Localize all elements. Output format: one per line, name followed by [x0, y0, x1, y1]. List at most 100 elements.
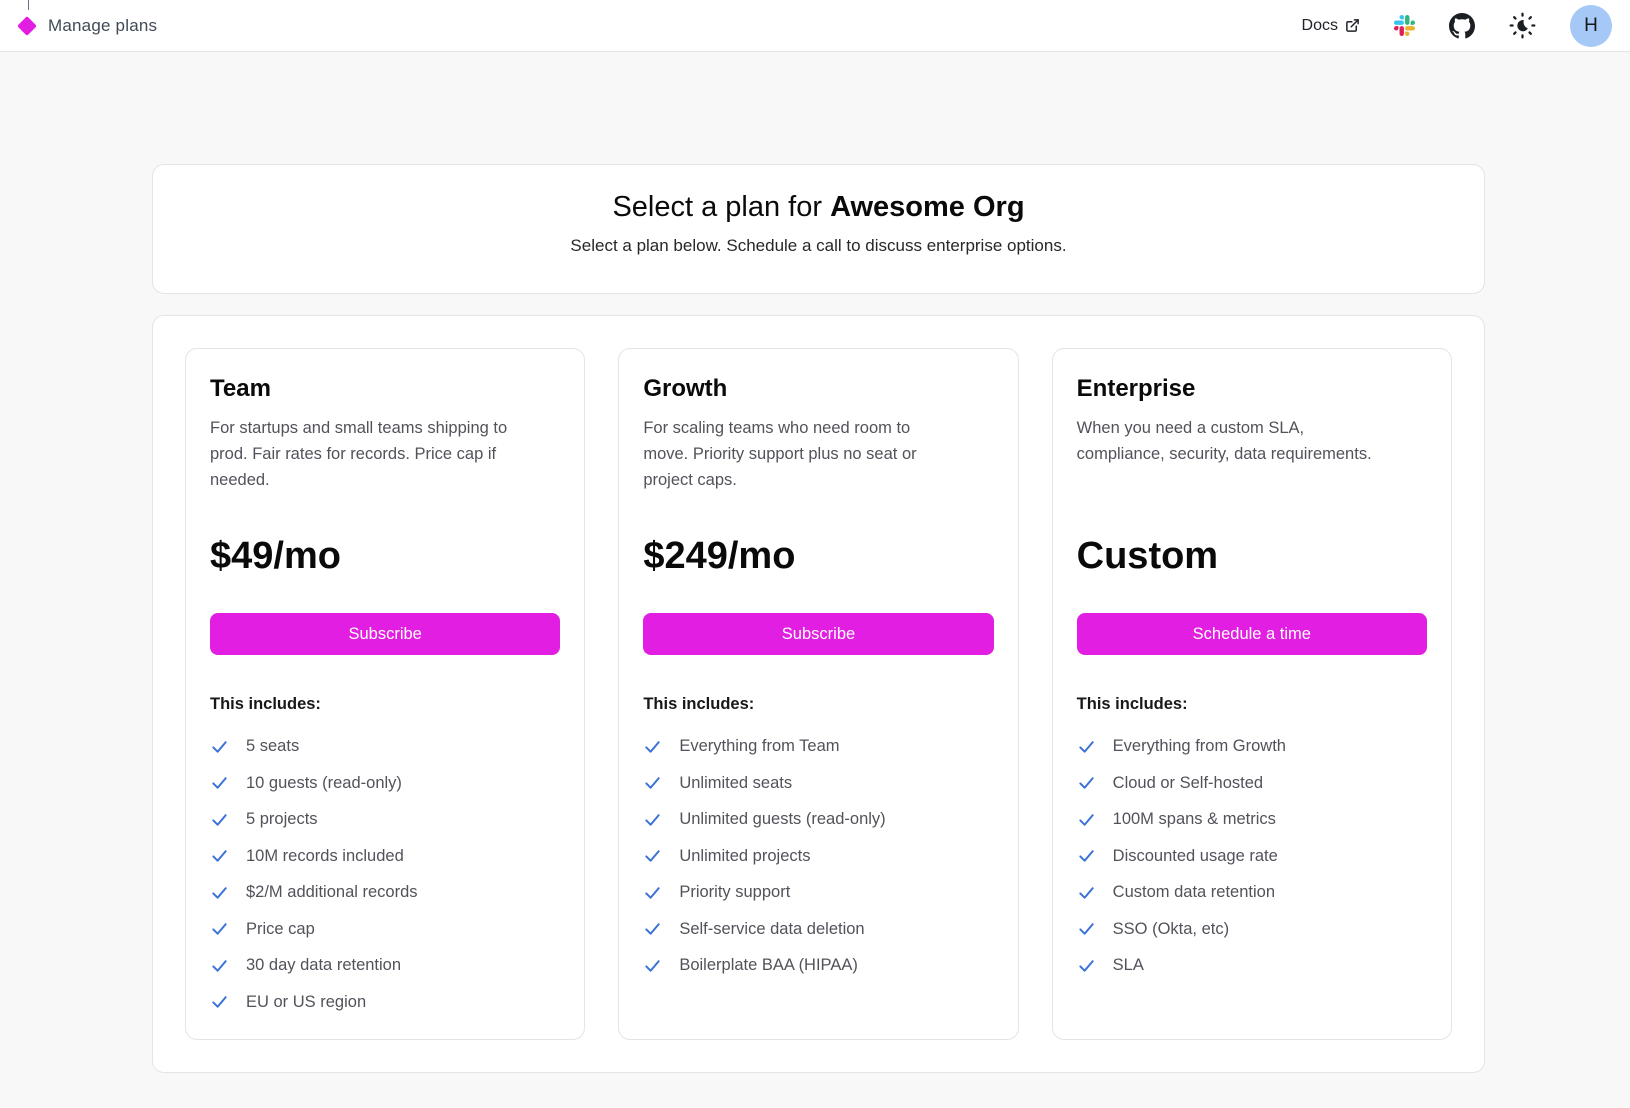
check-icon	[210, 737, 229, 756]
feature-label: Price cap	[246, 918, 315, 940]
feature-list: 5 seats 10 guests (read-only) 5 projects…	[210, 735, 560, 1013]
feature-item: 5 seats	[210, 735, 560, 757]
feature-label: 30 day data retention	[246, 954, 401, 976]
slack-icon[interactable]	[1394, 15, 1415, 36]
github-icon[interactable]	[1449, 13, 1475, 39]
check-icon	[210, 919, 229, 938]
check-icon	[643, 773, 662, 792]
plan-description: For scaling teams who need room to move.…	[643, 415, 993, 493]
feature-label: Boilerplate BAA (HIPAA)	[679, 954, 858, 976]
feature-item: Unlimited guests (read-only)	[643, 808, 993, 830]
user-avatar[interactable]: H	[1570, 5, 1612, 47]
feature-label: 10 guests (read-only)	[246, 772, 402, 794]
feature-label: Discounted usage rate	[1113, 845, 1278, 867]
feature-label: Custom data retention	[1113, 881, 1275, 903]
feature-label: 10M records included	[246, 845, 404, 867]
check-icon	[210, 883, 229, 902]
includes-label: This includes:	[210, 693, 560, 715]
feature-item: 5 projects	[210, 808, 560, 830]
feature-item: Priority support	[643, 881, 993, 903]
plan-name: Enterprise	[1077, 373, 1427, 405]
hero-panel: Select a plan for Awesome Org Select a p…	[152, 164, 1485, 294]
plans-panel: Team For startups and small teams shippi…	[152, 315, 1485, 1073]
check-icon	[643, 956, 662, 975]
feature-item: 30 day data retention	[210, 954, 560, 976]
check-icon	[1077, 956, 1096, 975]
docs-link[interactable]: Docs	[1302, 17, 1360, 35]
feature-item: Boilerplate BAA (HIPAA)	[643, 954, 993, 976]
feature-item: Unlimited seats	[643, 772, 993, 794]
check-icon	[643, 883, 662, 902]
check-icon	[643, 919, 662, 938]
plan-price: $249/mo	[643, 533, 993, 579]
feature-item: Everything from Team	[643, 735, 993, 757]
header-actions: Docs	[1302, 5, 1612, 47]
feature-label: Self-service data deletion	[679, 918, 864, 940]
includes-label: This includes:	[643, 693, 993, 715]
top-divider-line	[28, 0, 29, 10]
plan-card-growth: Growth For scaling teams who need room t…	[618, 348, 1018, 1040]
plan-price: $49/mo	[210, 533, 560, 579]
feature-label: Unlimited guests (read-only)	[679, 808, 885, 830]
feature-list: Everything from Growth Cloud or Self-hos…	[1077, 735, 1427, 976]
header-brand: Manage plans	[20, 16, 157, 36]
check-icon	[210, 956, 229, 975]
check-icon	[210, 992, 229, 1011]
plan-name: Growth	[643, 373, 993, 405]
check-icon	[643, 846, 662, 865]
feature-item: Everything from Growth	[1077, 735, 1427, 757]
check-icon	[643, 810, 662, 829]
feature-list: Everything from Team Unlimited seats Unl…	[643, 735, 993, 976]
plan-description: For startups and small teams shipping to…	[210, 415, 560, 493]
feature-label: SSO (Okta, etc)	[1113, 918, 1229, 940]
feature-item: Cloud or Self-hosted	[1077, 772, 1427, 794]
feature-item: Custom data retention	[1077, 881, 1427, 903]
check-icon	[1077, 919, 1096, 938]
check-icon	[1077, 810, 1096, 829]
plan-card-team: Team For startups and small teams shippi…	[185, 348, 585, 1040]
check-icon	[643, 737, 662, 756]
check-icon	[210, 810, 229, 829]
feature-item: Discounted usage rate	[1077, 845, 1427, 867]
feature-item: SLA	[1077, 954, 1427, 976]
avatar-initial: H	[1584, 15, 1598, 37]
hero-subtitle: Select a plan below. Schedule a call to …	[153, 236, 1484, 256]
feature-item: Price cap	[210, 918, 560, 940]
docs-link-label: Docs	[1302, 17, 1338, 35]
check-icon	[210, 773, 229, 792]
feature-item: $2/M additional records	[210, 881, 560, 903]
plan-price: Custom	[1077, 533, 1427, 579]
check-icon	[210, 846, 229, 865]
feature-label: 5 projects	[246, 808, 318, 830]
check-icon	[1077, 883, 1096, 902]
feature-item: 10M records included	[210, 845, 560, 867]
check-icon	[1077, 737, 1096, 756]
feature-label: 100M spans & metrics	[1113, 808, 1276, 830]
feature-label: Everything from Growth	[1113, 735, 1286, 757]
feature-item: 10 guests (read-only)	[210, 772, 560, 794]
app-logo-diamond-icon[interactable]	[17, 16, 37, 36]
subscribe-button-growth[interactable]: Subscribe	[643, 613, 993, 655]
feature-label: EU or US region	[246, 991, 366, 1013]
org-name: Awesome Org	[830, 191, 1024, 223]
subscribe-button-team[interactable]: Subscribe	[210, 613, 560, 655]
feature-label: $2/M additional records	[246, 881, 418, 903]
feature-item: SSO (Okta, etc)	[1077, 918, 1427, 940]
feature-label: SLA	[1113, 954, 1144, 976]
check-icon	[1077, 846, 1096, 865]
feature-label: Unlimited projects	[679, 845, 810, 867]
feature-label: 5 seats	[246, 735, 299, 757]
hero-title: Select a plan for Awesome Org	[153, 189, 1484, 225]
main-content: Select a plan for Awesome Org Select a p…	[152, 164, 1485, 1073]
feature-label: Everything from Team	[679, 735, 839, 757]
plan-card-enterprise: Enterprise When you need a custom SLA, c…	[1052, 348, 1452, 1040]
feature-item: EU or US region	[210, 991, 560, 1013]
theme-toggle-sun-moon-icon[interactable]	[1509, 12, 1536, 39]
feature-label: Cloud or Self-hosted	[1113, 772, 1263, 794]
hero-title-prefix: Select a plan for	[612, 191, 830, 223]
schedule-time-button[interactable]: Schedule a time	[1077, 613, 1427, 655]
plan-description: When you need a custom SLA, compliance, …	[1077, 415, 1427, 493]
includes-label: This includes:	[1077, 693, 1427, 715]
top-navigation-bar: Manage plans Docs	[0, 0, 1630, 52]
feature-label: Unlimited seats	[679, 772, 792, 794]
